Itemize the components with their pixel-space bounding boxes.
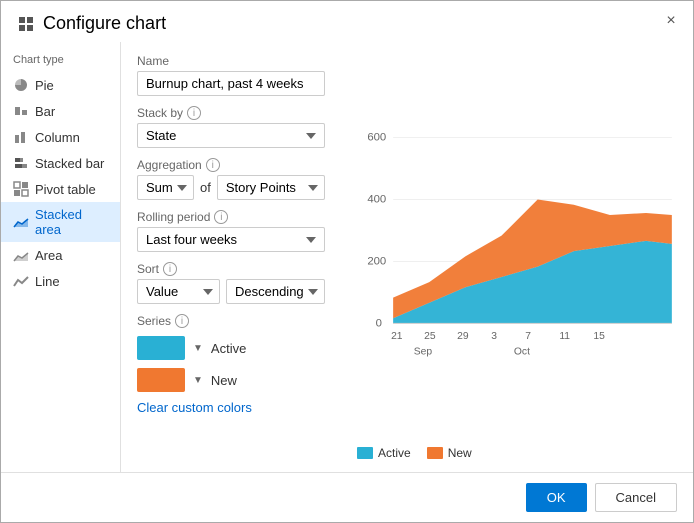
chart-type-sidebar: Chart type Pie Bar — [1, 42, 121, 472]
sidebar-item-stacked-area-label: Stacked area — [35, 207, 108, 237]
svg-text:29: 29 — [457, 331, 469, 342]
rolling-period-info-icon[interactable]: i — [214, 210, 228, 224]
series-info-icon[interactable]: i — [175, 314, 189, 328]
legend-label-active: Active — [378, 446, 411, 460]
svg-text:11: 11 — [559, 331, 570, 342]
bar-icon — [13, 103, 29, 119]
svg-text:21: 21 — [391, 331, 403, 342]
column-icon — [13, 129, 29, 145]
series-name-new: New — [211, 373, 237, 388]
rolling-period-label: Rolling period i — [137, 210, 325, 224]
sidebar-item-pie-label: Pie — [35, 78, 54, 93]
sidebar-item-column-label: Column — [35, 130, 80, 145]
name-label: Name — [137, 54, 325, 68]
stack-by-select[interactable]: State — [137, 123, 325, 148]
series-item-new: ▼ New — [137, 368, 325, 392]
sidebar-item-stacked-bar-label: Stacked bar — [35, 156, 104, 171]
ok-button[interactable]: OK — [526, 483, 587, 512]
dialog-footer: OK Cancel — [1, 472, 693, 522]
svg-text:3: 3 — [491, 331, 497, 342]
chart-legend: Active New — [357, 446, 677, 460]
pie-icon — [13, 77, 29, 93]
svg-text:600: 600 — [367, 132, 386, 144]
sort-field-select[interactable]: Value — [137, 279, 220, 304]
stack-by-info-icon[interactable]: i — [187, 106, 201, 120]
main-panel: Name Stack by i State Aggregation i — [121, 42, 693, 472]
close-button[interactable]: × — [661, 11, 681, 31]
aggregation-label: Aggregation i — [137, 158, 325, 172]
stack-by-label: Stack by i — [137, 106, 325, 120]
line-icon — [13, 273, 29, 289]
svg-text:Sep: Sep — [414, 346, 433, 357]
sort-direction-select[interactable]: Descending — [226, 279, 325, 304]
sidebar-item-stacked-area[interactable]: Stacked area — [1, 202, 120, 242]
sidebar-item-line[interactable]: Line — [1, 268, 120, 294]
aggregation-row: Sum of Story Points — [137, 175, 325, 200]
area-icon — [13, 247, 29, 263]
sort-label: Sort i — [137, 262, 325, 276]
sidebar-item-stacked-bar[interactable]: Stacked bar — [1, 150, 120, 176]
legend-color-active — [357, 447, 373, 459]
chart-panel: 600 400 200 0 — [341, 42, 693, 472]
legend-label-new: New — [448, 446, 472, 460]
sidebar-item-bar-label: Bar — [35, 104, 55, 119]
sidebar-item-area[interactable]: Area — [1, 242, 120, 268]
cancel-button[interactable]: Cancel — [595, 483, 677, 512]
stacked-bar-icon — [13, 155, 29, 171]
configure-chart-dialog: Configure chart × Chart type Pie Bar — [0, 0, 694, 523]
svg-text:200: 200 — [367, 256, 386, 268]
svg-text:25: 25 — [424, 331, 436, 342]
legend-item-active: Active — [357, 446, 411, 460]
clear-custom-colors-link[interactable]: Clear custom colors — [137, 400, 252, 415]
rolling-period-select[interactable]: Last four weeks — [137, 227, 325, 252]
legend-item-new: New — [427, 446, 472, 460]
chart-svg: 600 400 200 0 — [357, 54, 677, 438]
pivot-icon — [13, 181, 29, 197]
name-input[interactable] — [137, 71, 325, 96]
svg-text:0: 0 — [376, 318, 382, 330]
sort-info-icon[interactable]: i — [163, 262, 177, 276]
config-panel: Name Stack by i State Aggregation i — [121, 42, 341, 472]
series-color-active[interactable] — [137, 336, 185, 360]
sort-row: Value Descending — [137, 279, 325, 304]
sidebar-item-pie[interactable]: Pie — [1, 72, 120, 98]
svg-text:Oct: Oct — [514, 346, 530, 357]
sidebar-item-pivot-table[interactable]: Pivot table — [1, 176, 120, 202]
svg-text:15: 15 — [593, 331, 605, 342]
chart-type-label: Chart type — [1, 50, 120, 70]
dialog-content: Chart type Pie Bar — [1, 42, 693, 472]
series-section: Series i ▼ Active ▼ New — [137, 314, 325, 415]
aggregation-info-icon[interactable]: i — [206, 158, 220, 172]
sidebar-item-bar[interactable]: Bar — [1, 98, 120, 124]
dialog-title: Configure chart — [43, 13, 166, 34]
aggregation-of-label: of — [200, 180, 211, 195]
chart-area: 600 400 200 0 — [357, 54, 677, 438]
svg-text:400: 400 — [367, 194, 386, 206]
aggregation-func-select[interactable]: Sum — [137, 175, 194, 200]
svg-text:7: 7 — [525, 331, 531, 342]
dialog-icon — [17, 15, 35, 33]
sidebar-item-line-label: Line — [35, 274, 60, 289]
title-bar: Configure chart × — [1, 1, 693, 42]
stacked-area-icon — [13, 214, 29, 230]
series-chevron-new[interactable]: ▼ — [193, 375, 203, 386]
series-chevron-active[interactable]: ▼ — [193, 343, 203, 354]
series-label: Series i — [137, 314, 325, 328]
series-name-active: Active — [211, 341, 246, 356]
sidebar-item-pivot-table-label: Pivot table — [35, 182, 96, 197]
sidebar-item-column[interactable]: Column — [1, 124, 120, 150]
series-item-active: ▼ Active — [137, 336, 325, 360]
series-color-new[interactable] — [137, 368, 185, 392]
legend-color-new — [427, 447, 443, 459]
sidebar-item-area-label: Area — [35, 248, 62, 263]
aggregation-field-select[interactable]: Story Points — [217, 175, 325, 200]
